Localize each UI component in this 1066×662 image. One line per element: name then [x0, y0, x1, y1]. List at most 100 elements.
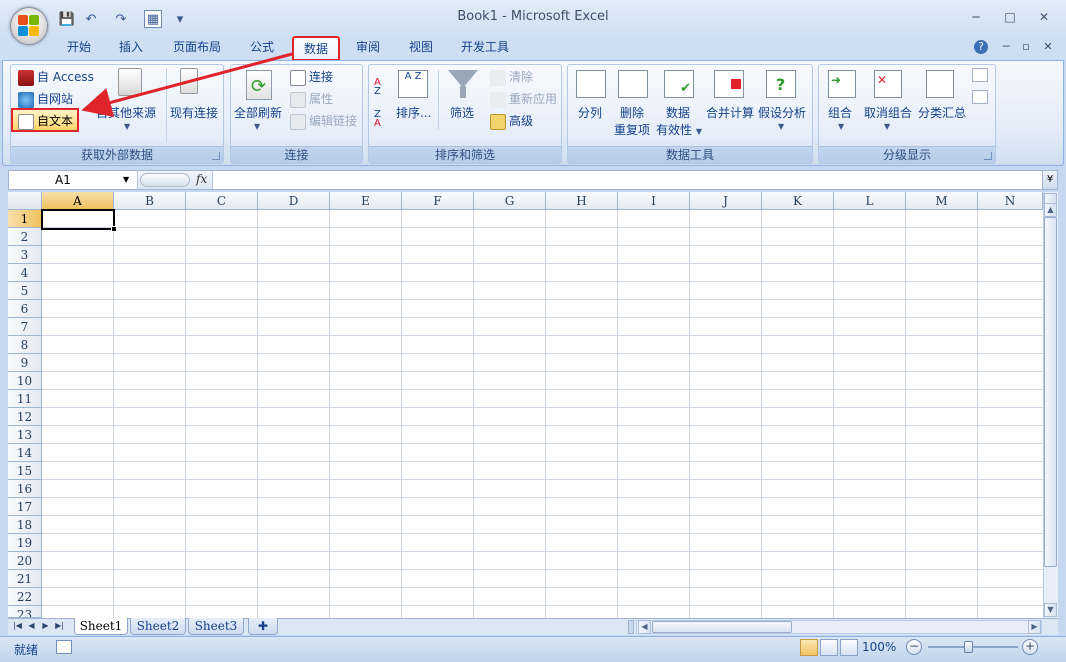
column-header[interactable]: K	[762, 192, 834, 210]
name-box[interactable]: A1	[9, 171, 134, 189]
remove-duplicates-button[interactable]: 删除	[620, 104, 644, 121]
what-if-analysis-button[interactable]: 假设分析	[758, 104, 806, 121]
column-header[interactable]: C	[186, 192, 258, 210]
refresh-all-button[interactable]: 全部刷新	[234, 104, 282, 121]
tab-view[interactable]: 视图	[398, 36, 444, 60]
help-icon[interactable]: ?	[974, 40, 988, 54]
office-button[interactable]	[10, 7, 48, 45]
row-header[interactable]: 14	[8, 444, 42, 462]
zoom-level[interactable]: 100%	[862, 640, 896, 654]
tab-data[interactable]: 数据	[292, 36, 340, 61]
row-header[interactable]: 2	[8, 228, 42, 246]
row-header[interactable]: 23	[8, 606, 42, 618]
row-header[interactable]: 11	[8, 390, 42, 408]
active-cell[interactable]	[41, 209, 115, 230]
row-header[interactable]: 4	[8, 264, 42, 282]
row-header[interactable]: 10	[8, 372, 42, 390]
ribbon-minimize-button[interactable]: ─	[998, 40, 1014, 54]
zoom-in-icon[interactable]: +	[1022, 639, 1038, 655]
scroll-left-icon[interactable]: ◀	[638, 620, 651, 634]
insert-function-icon[interactable]: fx	[196, 172, 207, 186]
scroll-right-icon[interactable]: ▶	[1028, 620, 1041, 634]
page-layout-view-icon[interactable]	[820, 639, 838, 656]
column-header[interactable]: D	[258, 192, 330, 210]
tab-review[interactable]: 审阅	[346, 36, 390, 60]
clear-button[interactable]: 清除	[490, 68, 533, 86]
advanced-button[interactable]: 高级	[490, 112, 533, 130]
edit-links-button[interactable]: 编辑链接	[290, 112, 357, 130]
existing-connections-button[interactable]: 现有连接	[170, 104, 218, 121]
from-text-button[interactable]: 自文本	[11, 108, 80, 132]
row-header[interactable]: 20	[8, 552, 42, 570]
show-detail-icon[interactable]	[972, 68, 988, 82]
row-header[interactable]: 7	[8, 318, 42, 336]
hide-detail-icon[interactable]	[972, 90, 988, 104]
close-button[interactable]: ✕	[1033, 9, 1055, 25]
zoom-slider-knob[interactable]	[964, 641, 973, 653]
formula-buttons-pill[interactable]	[140, 173, 190, 187]
select-all-corner[interactable]	[8, 192, 42, 210]
row-header[interactable]: 22	[8, 588, 42, 606]
sheet-tab-1[interactable]: Sheet1	[74, 618, 128, 635]
row-header[interactable]: 18	[8, 516, 42, 534]
row-header[interactable]: 16	[8, 480, 42, 498]
row-header[interactable]: 12	[8, 408, 42, 426]
insert-sheet-icon[interactable]: ✚	[248, 618, 278, 635]
formula-expand-icon[interactable]: ¥	[1042, 171, 1057, 189]
name-box-dropdown-icon[interactable]: ▼	[123, 171, 129, 189]
vertical-scroll-thumb[interactable]	[1044, 217, 1057, 567]
scroll-down-icon[interactable]: ▼	[1044, 603, 1057, 617]
tab-insert[interactable]: 插入	[110, 36, 152, 60]
row-header[interactable]: 13	[8, 426, 42, 444]
column-header[interactable]: F	[402, 192, 474, 210]
sheet-tab-3[interactable]: Sheet3	[188, 618, 244, 635]
filter-button[interactable]: 筛选	[450, 104, 474, 121]
group-button[interactable]: 组合	[828, 104, 852, 121]
horizontal-scroll-thumb[interactable]	[652, 621, 792, 633]
from-access-button[interactable]: 自 Access	[18, 68, 94, 86]
from-web-button[interactable]: 自网站	[18, 90, 73, 108]
maximize-button[interactable]: □	[999, 9, 1021, 25]
row-header[interactable]: 21	[8, 570, 42, 588]
sort-button[interactable]: 排序...	[396, 104, 431, 121]
column-header[interactable]: B	[114, 192, 186, 210]
prev-sheet-icon[interactable]: ◀	[26, 620, 37, 632]
connections-button[interactable]: 连接	[290, 68, 333, 86]
properties-button[interactable]: 属性	[290, 90, 333, 108]
tab-page-layout[interactable]: 页面布局	[164, 36, 230, 60]
minimize-button[interactable]: ─	[965, 9, 987, 25]
row-header[interactable]: 17	[8, 498, 42, 516]
first-sheet-icon[interactable]: |◀	[12, 620, 23, 632]
row-header[interactable]: 9	[8, 354, 42, 372]
dialog-launcher-icon[interactable]	[212, 152, 220, 160]
row-header[interactable]: 1	[8, 210, 42, 228]
row-header[interactable]: 8	[8, 336, 42, 354]
tab-developer[interactable]: 开发工具	[452, 36, 518, 60]
column-header[interactable]: H	[546, 192, 618, 210]
row-header[interactable]: 6	[8, 300, 42, 318]
macro-record-icon[interactable]	[56, 640, 72, 654]
sort-descending-icon[interactable]: ZA	[374, 110, 390, 129]
text-to-columns-button[interactable]: 分列	[578, 104, 602, 121]
dialog-launcher-icon[interactable]	[984, 152, 992, 160]
fill-handle[interactable]	[111, 226, 117, 232]
row-header[interactable]: 15	[8, 462, 42, 480]
ribbon-close-button[interactable]: ✕	[1040, 40, 1056, 54]
next-sheet-icon[interactable]: ▶	[40, 620, 51, 632]
subtotal-button[interactable]: 分类汇总	[918, 104, 966, 121]
row-header[interactable]: 19	[8, 534, 42, 552]
consolidate-button[interactable]: 合并计算	[706, 104, 754, 121]
zoom-out-icon[interactable]: −	[906, 639, 922, 655]
scroll-up-icon[interactable]: ▲	[1044, 203, 1057, 217]
ribbon-restore-button[interactable]: ▫	[1018, 40, 1034, 54]
tab-home[interactable]: 开始	[58, 36, 100, 60]
data-validation-button[interactable]: 数据	[666, 104, 690, 121]
worksheet-grid[interactable]	[8, 192, 1043, 618]
from-other-sources-button[interactable]: 自其他来源	[96, 104, 156, 121]
sort-ascending-icon[interactable]: AZ	[374, 78, 390, 97]
row-header[interactable]: 3	[8, 246, 42, 264]
column-header[interactable]: I	[618, 192, 690, 210]
column-header[interactable]: L	[834, 192, 906, 210]
column-header[interactable]: A	[42, 192, 114, 210]
normal-view-icon[interactable]	[800, 639, 818, 656]
